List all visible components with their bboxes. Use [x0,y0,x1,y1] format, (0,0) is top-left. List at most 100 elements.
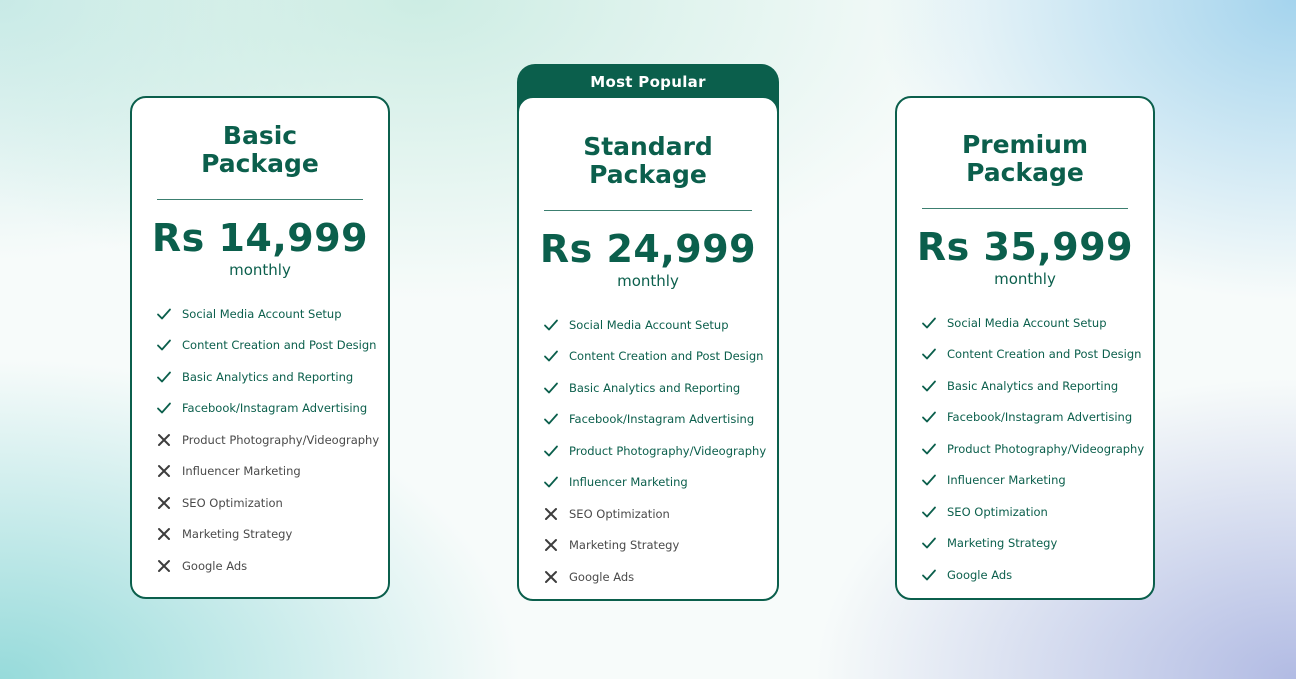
plan-title-line2: Package [966,158,1084,187]
cross-icon [156,495,172,511]
plan-title-line2: Package [201,149,319,178]
checkmark-icon [921,409,937,425]
feature-item: Influencer Marketing [921,465,1153,497]
cross-icon [156,558,172,574]
feature-label: Product Photography/Videography [569,443,767,458]
pricing-card-basic[interactable]: Basic Package Rs 14,999 monthly Social M… [130,96,390,599]
feature-label: Product Photography/Videography [947,441,1145,456]
feature-label: Facebook/Instagram Advertising [947,410,1133,425]
checkmark-icon [156,369,172,385]
feature-item: Facebook/Instagram Advertising [543,404,777,436]
cross-icon [156,432,172,448]
feature-label: Content Creation and Post Design [182,338,377,353]
feature-item: Product Photography/Videography [921,433,1153,465]
feature-label: Social Media Account Setup [182,306,342,321]
checkmark-icon [921,567,937,583]
feature-label: Influencer Marketing [569,475,688,490]
pricing-card-standard-wrapper: Most Popular Standard Package Rs 24,999 … [517,64,779,601]
checkmark-icon [543,411,559,427]
plan-title-line2: Package [589,160,707,189]
feature-item: Marketing Strategy [921,528,1153,560]
checkmark-icon [921,504,937,520]
divider [544,210,752,211]
feature-label: SEO Optimization [947,504,1048,519]
feature-label: Influencer Marketing [182,464,301,479]
feature-list: Social Media Account Setup Content Creati… [132,298,388,582]
feature-item: SEO Optimization [921,496,1153,528]
plan-period: monthly [229,261,291,279]
feature-item: Influencer Marketing [156,456,388,488]
feature-item: Basic Analytics and Reporting [156,361,388,393]
feature-label: Marketing Strategy [947,536,1058,551]
feature-item: Content Creation and Post Design [921,339,1153,371]
checkmark-icon [543,317,559,333]
plan-period: monthly [617,272,679,290]
feature-item: Basic Analytics and Reporting [921,370,1153,402]
feature-item: Basic Analytics and Reporting [543,372,777,404]
cross-icon [156,526,172,542]
feature-item: Google Ads [921,559,1153,591]
feature-item: Facebook/Instagram Advertising [156,393,388,425]
checkmark-icon [921,472,937,488]
checkmark-icon [543,474,559,490]
feature-item: Social Media Account Setup [921,307,1153,339]
feature-label: SEO Optimization [569,506,670,521]
plan-title: Basic Package [132,122,388,178]
feature-item: Social Media Account Setup [156,298,388,330]
feature-label: Product Photography/Videography [182,432,380,447]
plan-title: Standard Package [519,133,777,189]
checkmark-icon [156,306,172,322]
checkmark-icon [921,535,937,551]
feature-label: Basic Analytics and Reporting [182,369,354,384]
plan-title-line1: Premium [961,130,1089,159]
feature-label: Basic Analytics and Reporting [569,380,741,395]
feature-item: Content Creation and Post Design [543,341,777,373]
cross-icon [156,463,172,479]
feature-label: Facebook/Instagram Advertising [182,401,368,416]
feature-item: Facebook/Instagram Advertising [921,402,1153,434]
feature-label: Basic Analytics and Reporting [947,378,1119,393]
plan-price: Rs 35,999 [916,225,1134,269]
feature-label: Social Media Account Setup [947,315,1107,330]
feature-list: Social Media Account Setup Content Creati… [897,307,1153,591]
cross-icon [543,569,559,585]
feature-item: Product Photography/Videography [156,424,388,456]
feature-item: Marketing Strategy [543,530,777,562]
checkmark-icon [543,348,559,364]
checkmark-icon [921,346,937,362]
feature-label: Google Ads [947,567,1013,582]
feature-list: Social Media Account Setup Content Creati… [519,309,777,593]
feature-item: Social Media Account Setup [543,309,777,341]
feature-label: Content Creation and Post Design [569,349,764,364]
feature-item: Google Ads [156,550,388,582]
feature-label: Content Creation and Post Design [947,347,1142,362]
feature-label: Google Ads [569,569,635,584]
feature-item: SEO Optimization [156,487,388,519]
feature-item: Google Ads [543,561,777,593]
plan-title-line1: Basic [222,121,298,150]
checkmark-icon [921,315,937,331]
feature-item: Marketing Strategy [156,519,388,551]
checkmark-icon [921,378,937,394]
feature-item: Influencer Marketing [543,467,777,499]
feature-label: Influencer Marketing [947,473,1066,488]
pricing-card-standard[interactable]: Standard Package Rs 24,999 monthly Socia… [517,96,779,601]
cross-icon [543,506,559,522]
feature-label: Facebook/Instagram Advertising [569,412,755,427]
plan-title: Premium Package [897,131,1153,187]
feature-label: SEO Optimization [182,495,283,510]
plan-period: monthly [994,270,1056,288]
most-popular-badge: Most Popular [590,73,706,91]
feature-label: Marketing Strategy [182,527,293,542]
feature-item: SEO Optimization [543,498,777,530]
divider [157,199,363,200]
feature-label: Marketing Strategy [569,538,680,553]
feature-item: Product Photography/Videography [543,435,777,467]
checkmark-icon [156,400,172,416]
pricing-card-premium[interactable]: Premium Package Rs 35,999 monthly Social… [895,96,1155,600]
feature-label: Google Ads [182,558,248,573]
plan-price: Rs 24,999 [539,227,757,271]
plan-title-line1: Standard [583,132,713,161]
checkmark-icon [543,443,559,459]
feature-item: Content Creation and Post Design [156,330,388,362]
